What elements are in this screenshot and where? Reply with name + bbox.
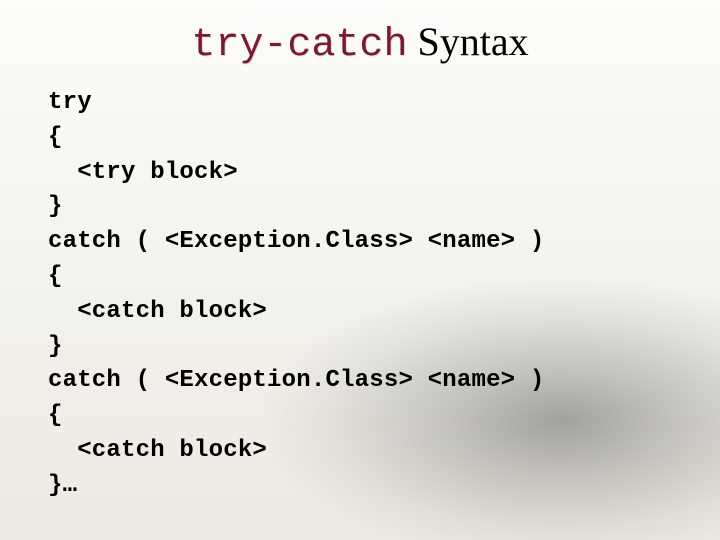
code-line: catch ( <Exception.Class> <name> ) bbox=[48, 228, 544, 255]
code-line: <try block> bbox=[48, 159, 238, 186]
slide: try-catch Syntax try { <try block> } cat… bbox=[0, 0, 720, 540]
code-line: try bbox=[48, 89, 92, 116]
slide-title: try-catch Syntax bbox=[48, 20, 672, 68]
code-line: { bbox=[48, 124, 63, 151]
title-plain-word: Syntax bbox=[407, 19, 528, 64]
code-line: catch ( <Exception.Class> <name> ) bbox=[48, 367, 544, 394]
code-line: { bbox=[48, 263, 63, 290]
code-block: try { <try block> } catch ( <Exception.C… bbox=[48, 86, 672, 504]
title-code-word: try-catch bbox=[191, 23, 407, 68]
code-line: } bbox=[48, 333, 63, 360]
code-line: } bbox=[48, 193, 63, 220]
code-line: { bbox=[48, 402, 63, 429]
code-line: }… bbox=[48, 472, 77, 499]
code-line: <catch block> bbox=[48, 298, 267, 325]
code-line: <catch block> bbox=[48, 437, 267, 464]
